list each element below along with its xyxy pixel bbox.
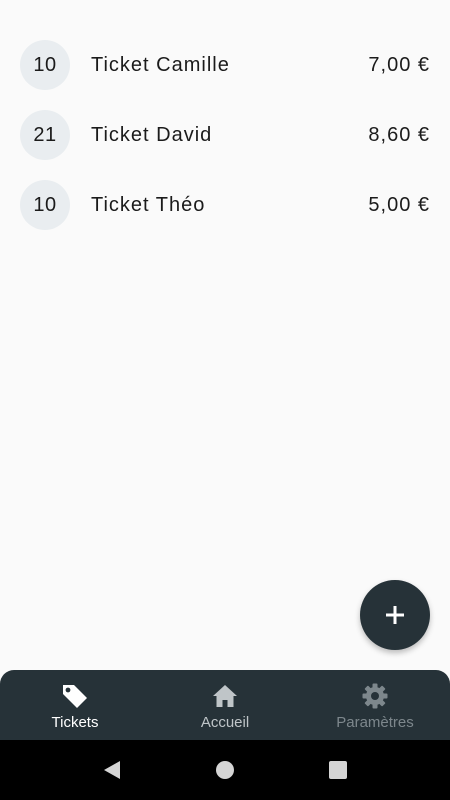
tag-icon <box>60 682 90 710</box>
back-icon[interactable] <box>102 760 122 780</box>
home-icon <box>211 682 239 710</box>
ticket-price: 7,00 € <box>368 54 430 76</box>
nav-item-tickets[interactable]: Tickets <box>0 670 150 740</box>
nav-label-accueil: Accueil <box>200 714 250 731</box>
system-navigation-bar <box>0 740 450 800</box>
ticket-count-badge: 21 <box>20 110 70 160</box>
ticket-row[interactable]: 10 Ticket Théo 5,00 € <box>0 170 450 240</box>
ticket-price: 8,60 € <box>368 124 430 146</box>
nav-label-parametres: Paramètres <box>336 714 414 731</box>
nav-item-accueil[interactable]: Accueil <box>150 670 300 740</box>
nav-item-parametres[interactable]: Paramètres <box>300 670 450 740</box>
ticket-name: Ticket Théo <box>91 194 206 216</box>
nav-label-tickets: Tickets <box>51 714 99 731</box>
ticket-count-badge: 10 <box>20 40 70 90</box>
recents-icon[interactable] <box>328 760 348 780</box>
ticket-list: 10 Ticket Camille 7,00 € 21 Ticket David… <box>0 30 450 240</box>
bottom-navigation: Tickets Accueil Paramètres <box>0 670 450 740</box>
ticket-row[interactable]: 10 Ticket Camille 7,00 € <box>0 30 450 100</box>
ticket-price: 5,00 € <box>368 194 430 216</box>
add-ticket-button[interactable] <box>360 580 430 650</box>
ticket-row[interactable]: 21 Ticket David 8,60 € <box>0 100 450 170</box>
home-button-icon[interactable] <box>215 760 235 780</box>
ticket-name: Ticket Camille <box>91 54 230 76</box>
plus-icon <box>386 606 404 624</box>
ticket-name: Ticket David <box>91 124 213 146</box>
ticket-count-badge: 10 <box>20 180 70 230</box>
gear-icon <box>361 682 389 710</box>
